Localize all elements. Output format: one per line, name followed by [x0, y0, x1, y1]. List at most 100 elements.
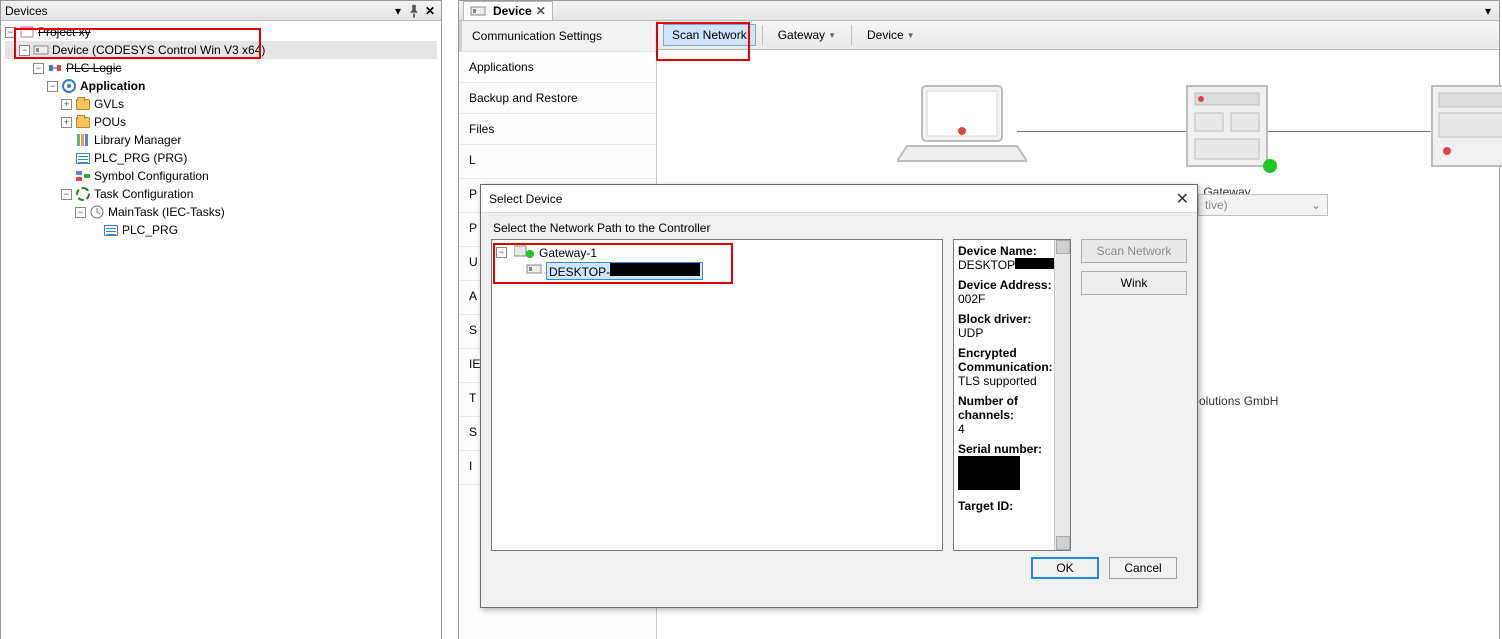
wink-button[interactable]: Wink [1081, 271, 1187, 295]
device-info-pane: Device Name: DESKTOP Device Address: 002… [953, 239, 1071, 551]
separator [762, 25, 763, 45]
tree-node-desktop[interactable]: DESKTOP- [546, 262, 703, 280]
info-target-id-key: Target ID: [958, 499, 1066, 513]
collapse-icon[interactable]: − [33, 63, 44, 74]
tree-node-plc-logic[interactable]: PLC Logic [66, 61, 121, 75]
collapse-icon[interactable]: − [47, 81, 58, 92]
devices-panel-header: Devices ▾ ✕ [1, 1, 441, 21]
application-icon [61, 78, 77, 94]
collapse-icon[interactable]: − [75, 207, 86, 218]
device-toolbar: Scan Network Gateway▼ Device▼ [657, 21, 1499, 50]
scan-network-button[interactable]: Scan Network [1081, 239, 1187, 263]
collapse-icon[interactable]: − [19, 45, 30, 56]
close-icon[interactable]: ✕ [423, 4, 437, 18]
collapse-icon[interactable]: − [496, 247, 507, 258]
scan-network-button[interactable]: Scan Network [663, 24, 756, 46]
expand-icon[interactable]: + [61, 117, 72, 128]
scroll-down-icon[interactable] [1056, 536, 1070, 550]
tree-node-pous[interactable]: POUs [94, 115, 126, 129]
chevron-down-icon: ▼ [907, 31, 915, 40]
laptop-icon [897, 81, 1027, 171]
company-label: olutions GmbH [1199, 394, 1278, 408]
tab-close-icon[interactable]: ✕ [536, 4, 546, 18]
info-channels-value: 4 [958, 422, 1066, 436]
chevron-down-icon: ▼ [828, 31, 836, 40]
dropdown-icon[interactable]: ▾ [391, 4, 405, 18]
tree-node-task-config[interactable]: Task Configuration [94, 187, 193, 201]
dropdown-icon[interactable]: ▾ [1481, 4, 1495, 18]
devices-tree[interactable]: −Project xy −Device (CODESYS Control Win… [1, 21, 441, 241]
info-channels-key: Number of channels: [958, 394, 1066, 422]
tree-node-device[interactable]: Device (CODESYS Control Win V3 x64) [52, 43, 265, 57]
folder-icon [75, 96, 91, 112]
truncated-combobox[interactable]: tive) ⌄ [1198, 194, 1328, 216]
tree-node-gateway[interactable]: Gateway-1 [539, 246, 597, 260]
dialog-close-icon[interactable]: ✕ [1176, 189, 1189, 209]
dialog-footer: OK Cancel [491, 551, 1187, 579]
tree-node-plc-prg[interactable]: PLC_PRG (PRG) [94, 151, 187, 165]
info-device-name-value: DESKTOP [958, 258, 1066, 272]
combo-value: tive) [1205, 198, 1228, 212]
info-block-driver-value: UDP [958, 326, 1066, 340]
program-icon [75, 150, 91, 166]
dialog-title: Select Device [489, 192, 562, 206]
ok-button[interactable]: OK [1031, 557, 1099, 579]
gateway-label: Gateway [778, 28, 825, 42]
redacted-text [1015, 258, 1059, 269]
gateway-node-icon [514, 243, 536, 262]
info-serial-key: Serial number: [958, 442, 1066, 456]
device-dropdown[interactable]: Device▼ [858, 24, 924, 46]
tree-node-gvls[interactable]: GVLs [94, 97, 124, 111]
separator [851, 25, 852, 45]
scroll-up-icon[interactable] [1056, 240, 1070, 254]
collapse-icon[interactable]: − [5, 27, 16, 38]
status-online-icon [1263, 159, 1277, 173]
device-icon [470, 3, 486, 19]
plc-logic-icon [47, 60, 63, 76]
desktop-prefix: DESKTOP- [549, 265, 610, 279]
network-tree-pane[interactable]: − Gateway-1 DESKTOP- [491, 239, 943, 551]
device-node-icon [526, 261, 542, 280]
info-device-name-key: Device Name: [958, 244, 1066, 258]
gateway-icon: Gateway [1177, 81, 1277, 199]
tree-node-project[interactable]: Project xy [38, 25, 91, 39]
scrollbar[interactable] [1054, 240, 1070, 550]
nav-communication-settings[interactable]: Communication Settings [459, 21, 656, 52]
nav-files[interactable]: Files [459, 114, 656, 145]
info-encrypted-comm-key: Encrypted Communication: [958, 346, 1066, 374]
tab-label: Device [493, 4, 532, 18]
tree-node-library-manager[interactable]: Library Manager [94, 133, 181, 147]
folder-icon [75, 114, 91, 130]
nav-applications[interactable]: Applications [459, 52, 656, 83]
info-serial-value [958, 456, 1066, 493]
task-icon [89, 204, 105, 220]
chevron-down-icon: ⌄ [1311, 198, 1321, 212]
tree-node-symbol-config[interactable]: Symbol Configuration [94, 169, 209, 183]
info-block-driver-key: Block driver: [958, 312, 1066, 326]
editor-tab-bar: Device ✕ ▾ [459, 1, 1499, 21]
symbol-config-icon [75, 168, 91, 184]
pin-icon[interactable] [407, 4, 421, 18]
dialog-instruction: Select the Network Path to the Controlle… [493, 221, 1187, 235]
devices-panel-title: Devices [5, 4, 389, 18]
tree-node-maintask[interactable]: MainTask (IEC-Tasks) [108, 205, 225, 219]
dialog-titlebar[interactable]: Select Device ✕ [481, 185, 1197, 213]
program-icon [103, 222, 119, 238]
expand-icon[interactable]: + [61, 99, 72, 110]
nav-item-truncated[interactable]: L [459, 145, 656, 179]
tree-node-application[interactable]: Application [80, 79, 145, 93]
device-label: Device [867, 28, 904, 42]
select-device-dialog: Select Device ✕ Select the Network Path … [480, 184, 1198, 608]
dialog-button-column: Scan Network Wink [1081, 239, 1187, 551]
devices-panel: Devices ▾ ✕ −Project xy −Device (CODESYS… [0, 0, 442, 639]
nav-backup-restore[interactable]: Backup and Restore [459, 83, 656, 114]
cancel-button[interactable]: Cancel [1109, 557, 1177, 579]
library-icon [75, 132, 91, 148]
info-device-address-key: Device Address: [958, 278, 1066, 292]
tree-node-plc-prg-2[interactable]: PLC_PRG [122, 223, 178, 237]
collapse-icon[interactable]: − [61, 189, 72, 200]
tab-device[interactable]: Device ✕ [463, 1, 553, 20]
task-config-icon [75, 186, 91, 202]
gateway-dropdown[interactable]: Gateway▼ [769, 24, 845, 46]
redacted-text [958, 456, 1020, 490]
